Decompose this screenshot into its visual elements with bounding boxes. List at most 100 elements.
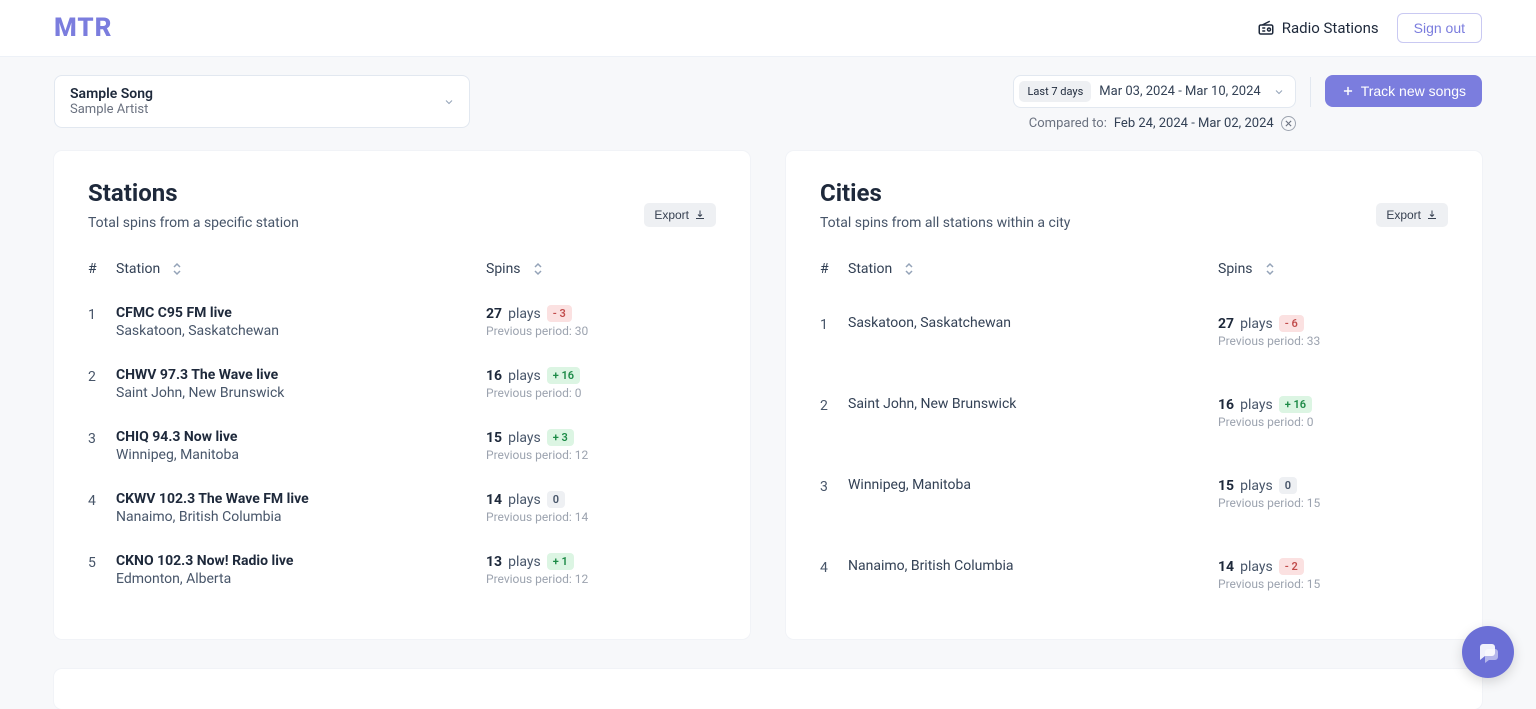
- table-row[interactable]: 4 CKWV 102.3 The Wave FM live Nanaimo, B…: [88, 477, 716, 539]
- row-rank: 4: [820, 558, 848, 591]
- table-row[interactable]: 1 CFMC C95 FM live Saskatoon, Saskatchew…: [88, 291, 716, 353]
- row-rank: 3: [820, 477, 848, 510]
- radio-icon: [1257, 19, 1275, 37]
- plays-label: plays: [508, 368, 541, 384]
- plays-label: plays: [508, 554, 541, 570]
- row-rank: 1: [88, 305, 116, 339]
- delta-badge: + 16: [1279, 396, 1312, 413]
- previous-period: Previous period: 30: [486, 324, 716, 338]
- station-location: Nanaimo, British Columbia: [116, 509, 486, 525]
- cities-rows: 1 Saskatoon, Saskatchewan 27 plays - 6 P…: [820, 291, 1448, 615]
- compared-range: Feb 24, 2024 - Mar 02, 2024: [1114, 116, 1274, 131]
- cities-subtitle: Total spins from all stations within a c…: [820, 215, 1376, 231]
- stations-column-header: # Station Spins: [88, 231, 716, 291]
- previous-period: Previous period: 0: [486, 386, 716, 400]
- table-row[interactable]: 4 Nanaimo, British Columbia 14 plays - 2…: [820, 534, 1448, 615]
- previous-period: Previous period: 12: [486, 572, 716, 586]
- station-location: Winnipeg, Manitoba: [116, 447, 486, 463]
- previous-period: Previous period: 33: [1218, 334, 1448, 348]
- stations-subtitle: Total spins from a specific station: [88, 215, 644, 231]
- chevron-down-icon: [443, 96, 455, 108]
- col-spins-sort[interactable]: Spins: [1218, 261, 1448, 277]
- song-artist: Sample Artist: [70, 102, 454, 117]
- table-row[interactable]: 2 Saint John, New Brunswick 16 plays + 1…: [820, 372, 1448, 453]
- export-cities-button[interactable]: Export: [1376, 203, 1448, 227]
- table-row[interactable]: 3 Winnipeg, Manitoba 15 plays 0 Previous…: [820, 453, 1448, 534]
- station-name: Winnipeg, Manitoba: [848, 477, 1218, 493]
- stations-panel: Stations Total spins from a specific sta…: [54, 151, 750, 639]
- sort-icon: [172, 262, 182, 276]
- nav-radio-stations[interactable]: Radio Stations: [1257, 19, 1379, 37]
- chevron-down-icon: [1269, 86, 1285, 98]
- date-quick-badge: Last 7 days: [1019, 81, 1091, 102]
- col-station-sort[interactable]: Station: [848, 261, 1218, 277]
- col-num: #: [88, 261, 116, 277]
- plays-count: 15: [1218, 478, 1234, 494]
- delta-badge: + 1: [547, 553, 574, 570]
- plays-count: 13: [486, 554, 502, 570]
- previous-period: Previous period: 12: [486, 448, 716, 462]
- compared-to-row: Compared to: Feb 24, 2024 - Mar 02, 2024: [1029, 116, 1296, 131]
- station-name: Saint John, New Brunswick: [848, 396, 1218, 412]
- delta-badge: 0: [1279, 477, 1297, 494]
- stations-rows: 1 CFMC C95 FM live Saskatoon, Saskatchew…: [88, 291, 716, 601]
- sign-out-button[interactable]: Sign out: [1397, 13, 1482, 43]
- song-selector[interactable]: Sample Song Sample Artist: [54, 75, 470, 128]
- station-name: Nanaimo, British Columbia: [848, 558, 1218, 574]
- chat-widget-button[interactable]: [1462, 626, 1514, 678]
- export-stations-button[interactable]: Export: [644, 203, 716, 227]
- row-rank: 4: [88, 491, 116, 525]
- plays-count: 27: [486, 306, 502, 322]
- song-title: Sample Song: [70, 86, 454, 102]
- col-station-sort[interactable]: Station: [116, 261, 486, 277]
- plus-icon: [1341, 84, 1355, 98]
- row-rank: 1: [820, 315, 848, 348]
- cities-panel: Cities Total spins from all stations wit…: [786, 151, 1482, 639]
- previous-period: Previous period: 15: [1218, 577, 1448, 591]
- row-rank: 2: [88, 367, 116, 401]
- compared-label: Compared to:: [1029, 116, 1107, 131]
- date-range-picker[interactable]: Last 7 days Mar 03, 2024 - Mar 10, 2024: [1013, 75, 1295, 108]
- row-rank: 5: [88, 553, 116, 587]
- plays-count: 14: [486, 492, 502, 508]
- brand-logo[interactable]: MTR: [54, 13, 1257, 43]
- download-icon: [694, 209, 706, 221]
- plays-label: plays: [1240, 397, 1273, 413]
- plays-label: plays: [1240, 478, 1273, 494]
- plays-label: plays: [508, 492, 541, 508]
- plays-count: 27: [1218, 316, 1234, 332]
- table-row[interactable]: 1 Saskatoon, Saskatchewan 27 plays - 6 P…: [820, 291, 1448, 372]
- station-location: Edmonton, Alberta: [116, 571, 486, 587]
- col-num: #: [820, 261, 848, 277]
- plays-label: plays: [1240, 316, 1273, 332]
- sort-icon: [533, 262, 543, 276]
- station-name: CKNO 102.3 Now! Radio live: [116, 553, 486, 569]
- sort-icon: [904, 262, 914, 276]
- station-location: Saint John, New Brunswick: [116, 385, 486, 401]
- row-rank: 2: [820, 396, 848, 429]
- plays-label: plays: [508, 430, 541, 446]
- app-header: MTR Radio Stations Sign out: [0, 0, 1536, 57]
- plays-count: 16: [1218, 397, 1234, 413]
- delta-badge: - 2: [1279, 558, 1304, 575]
- plays-count: 16: [486, 368, 502, 384]
- table-row[interactable]: 2 CHWV 97.3 The Wave live Saint John, Ne…: [88, 353, 716, 415]
- station-name: CHIQ 94.3 Now live: [116, 429, 486, 445]
- previous-period: Previous period: 0: [1218, 415, 1448, 429]
- track-new-songs-button[interactable]: Track new songs: [1325, 75, 1482, 107]
- cities-column-header: # Station Spins: [820, 231, 1448, 291]
- previous-period: Previous period: 15: [1218, 496, 1448, 510]
- station-name: CKWV 102.3 The Wave FM live: [116, 491, 486, 507]
- stations-title: Stations: [88, 179, 644, 207]
- col-spins-sort[interactable]: Spins: [486, 261, 716, 277]
- top-controls: Sample Song Sample Artist Last 7 days Ma…: [0, 57, 1536, 141]
- download-icon: [1426, 209, 1438, 221]
- sort-icon: [1265, 262, 1275, 276]
- clear-comparison-button[interactable]: [1281, 116, 1296, 131]
- cities-title: Cities: [820, 179, 1376, 207]
- plays-count: 14: [1218, 559, 1234, 575]
- row-rank: 3: [88, 429, 116, 463]
- delta-badge: - 3: [547, 305, 572, 322]
- table-row[interactable]: 3 CHIQ 94.3 Now live Winnipeg, Manitoba …: [88, 415, 716, 477]
- table-row[interactable]: 5 CKNO 102.3 Now! Radio live Edmonton, A…: [88, 539, 716, 601]
